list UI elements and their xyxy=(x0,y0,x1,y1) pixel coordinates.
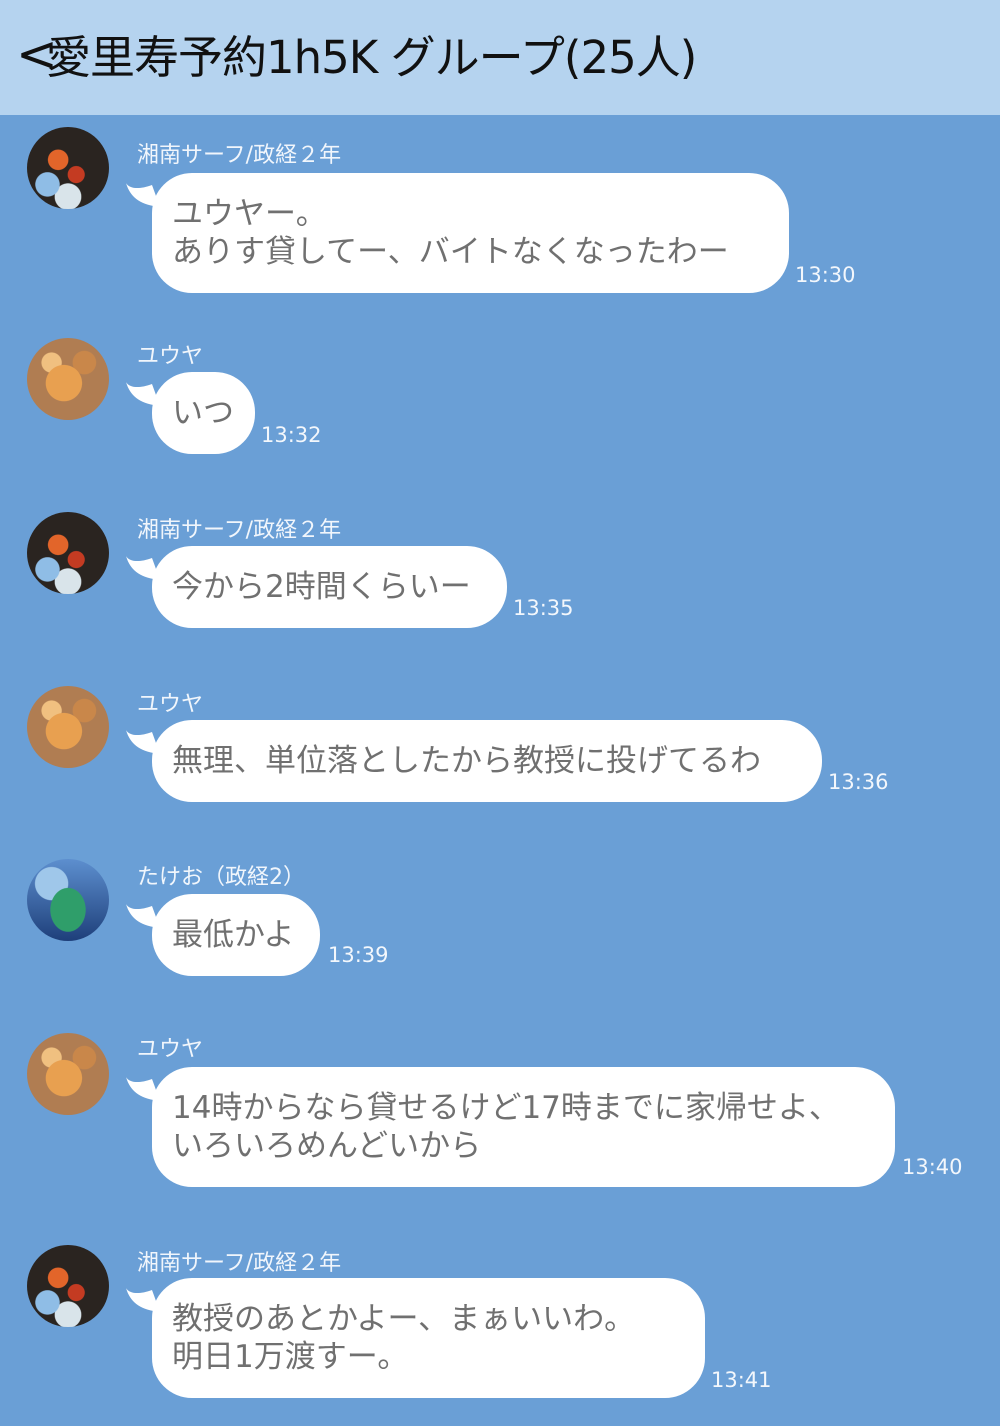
avatar[interactable] xyxy=(27,859,109,941)
message-bubble[interactable]: 14時からなら貸せるけど17時までに家帰せよ、 いろいろめんどいから xyxy=(152,1067,895,1187)
message-time: 13:40 xyxy=(902,1155,963,1179)
message-list: 湘南サーフ/政経２年 ユウヤー。 ありす貸してー、バイトなくなったわー 13:3… xyxy=(0,115,1000,1426)
sender-name: たけお（政経2） xyxy=(137,865,305,890)
message-bubble[interactable]: 教授のあとかよー、まぁいいわ。 明日1万渡すー。 xyxy=(152,1278,705,1398)
avatar[interactable] xyxy=(27,338,109,420)
message-time: 13:32 xyxy=(261,423,322,447)
group-title: 愛里寿予約1h5K グループ(25人) xyxy=(46,31,697,84)
avatar[interactable] xyxy=(27,127,109,209)
sender-name: 湘南サーフ/政経２年 xyxy=(137,1251,342,1276)
message-bubble[interactable]: 今から2時間くらいー xyxy=(152,546,507,628)
message-time: 13:30 xyxy=(795,263,856,287)
sender-name: ユウヤ xyxy=(137,692,204,717)
sender-name: 湘南サーフ/政経２年 xyxy=(137,143,342,168)
avatar[interactable] xyxy=(27,1245,109,1327)
message-time: 13:36 xyxy=(828,770,889,794)
avatar[interactable] xyxy=(27,1033,109,1115)
avatar[interactable] xyxy=(27,686,109,768)
sender-name: ユウヤ xyxy=(137,1037,204,1062)
avatar[interactable] xyxy=(27,512,109,594)
message-time: 13:41 xyxy=(711,1368,772,1392)
message-time: 13:35 xyxy=(513,596,574,620)
message-bubble[interactable]: 最低かよ xyxy=(152,894,320,976)
chat-header: < 愛里寿予約1h5K グループ(25人) xyxy=(0,0,1000,115)
sender-name: ユウヤ xyxy=(137,344,204,369)
message-bubble[interactable]: ユウヤー。 ありす貸してー、バイトなくなったわー xyxy=(152,173,789,293)
message-time: 13:39 xyxy=(328,943,389,967)
message-bubble[interactable]: いつ xyxy=(152,372,255,454)
message-bubble[interactable]: 無理、単位落としたから教授に投げてるわ xyxy=(152,720,822,802)
sender-name: 湘南サーフ/政経２年 xyxy=(137,518,342,543)
